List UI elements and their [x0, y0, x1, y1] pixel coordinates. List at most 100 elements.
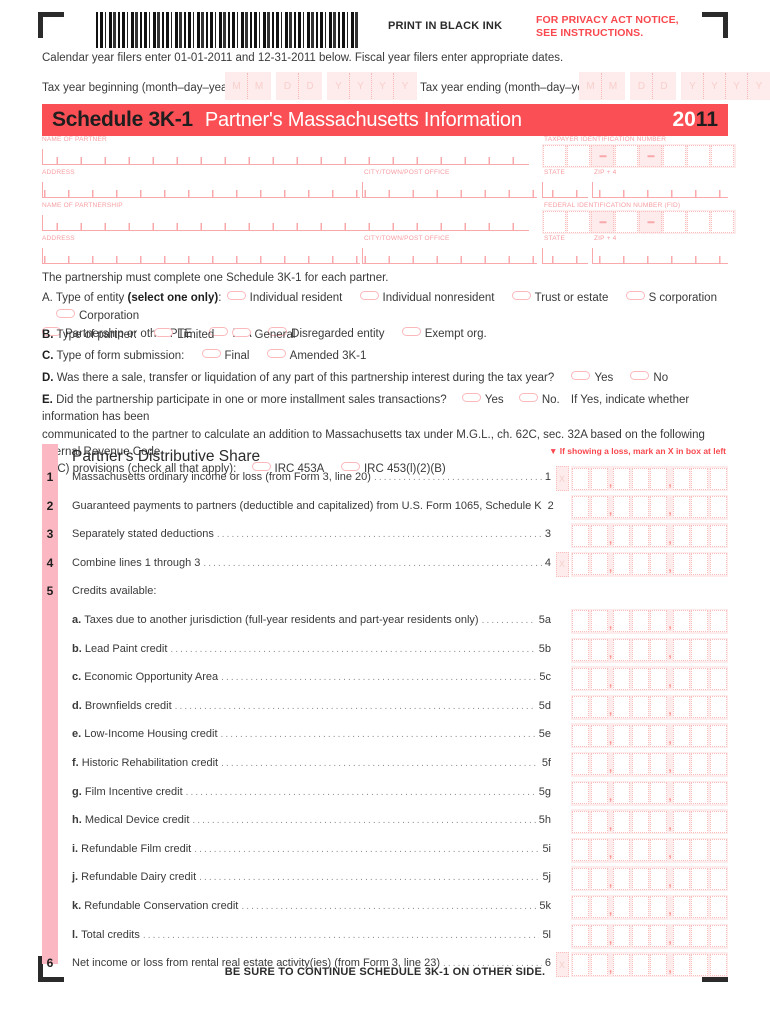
digit-cell[interactable] [590, 696, 608, 719]
federal-id-input[interactable] [542, 210, 736, 234]
digit-cell[interactable] [691, 753, 708, 776]
digit-cell[interactable] [650, 782, 667, 805]
digit-cell[interactable] [709, 839, 727, 862]
amount-entry[interactable] [556, 523, 728, 549]
digit-cell[interactable] [590, 610, 608, 633]
digit-cell[interactable] [613, 524, 630, 547]
amount-entry[interactable] [556, 837, 728, 863]
digit-cell[interactable] [613, 810, 630, 833]
digit-cell[interactable] [672, 696, 690, 719]
digit-cell[interactable] [709, 667, 727, 690]
amount-digit-grid[interactable] [570, 751, 728, 777]
digit-cell[interactable] [709, 925, 727, 947]
address2-input[interactable] [42, 248, 360, 264]
digit-cell[interactable] [650, 839, 667, 862]
digit-cell[interactable] [631, 610, 649, 633]
digit-cell[interactable] [631, 810, 649, 833]
digit-cell[interactable] [590, 925, 608, 947]
digit-cell[interactable] [650, 667, 667, 690]
digit-cell[interactable] [672, 867, 690, 890]
digit-cell[interactable] [631, 753, 649, 776]
digit-cell[interactable] [709, 639, 727, 662]
name-of-partnership-input[interactable] [42, 215, 529, 231]
digit-cell[interactable] [572, 896, 589, 919]
amount-digit-grid[interactable] [570, 894, 728, 920]
digit-cell[interactable] [709, 753, 727, 776]
digit-cell[interactable] [691, 925, 708, 947]
checkbox-e-yes[interactable] [461, 393, 481, 402]
digit-cell[interactable] [590, 839, 608, 862]
digit-cell[interactable] [650, 696, 667, 719]
digit-cell[interactable] [650, 524, 667, 547]
digit-cell[interactable] [613, 782, 630, 805]
digit-cell[interactable] [590, 496, 608, 519]
digit-cell[interactable] [650, 867, 667, 890]
checkbox-amended-3k-1[interactable] [266, 349, 286, 358]
digit-cell[interactable] [672, 667, 690, 690]
digit-cell[interactable] [650, 810, 667, 833]
digit-cell[interactable] [590, 524, 608, 547]
loss-x-checkbox[interactable]: X [555, 551, 569, 577]
digit-cell[interactable] [572, 753, 589, 776]
digit-cell[interactable] [631, 896, 649, 919]
amount-entry[interactable] [556, 494, 728, 520]
digit-cell[interactable] [672, 925, 690, 947]
checkbox-s-corporation[interactable] [625, 291, 645, 300]
tax-year-begin-input[interactable]: MM DD YYYY [225, 72, 417, 100]
digit-cell[interactable] [590, 753, 608, 776]
digit-cell[interactable] [650, 896, 667, 919]
checkbox-individual-resident[interactable] [226, 291, 246, 300]
amount-entry[interactable] [556, 723, 728, 749]
digit-cell[interactable] [572, 782, 589, 805]
digit-cell[interactable] [650, 753, 667, 776]
digit-cell[interactable] [631, 724, 649, 747]
taxpayer-id-input[interactable] [542, 144, 736, 168]
digit-cell[interactable] [631, 696, 649, 719]
tax-year-end-input[interactable]: MM DD YYYY [579, 72, 770, 100]
address-input[interactable] [42, 182, 360, 198]
digit-cell[interactable] [613, 753, 630, 776]
digit-cell[interactable] [709, 467, 727, 490]
digit-cell[interactable] [613, 696, 630, 719]
digit-cell[interactable] [672, 639, 690, 662]
digit-cell[interactable] [613, 925, 630, 947]
loss-x-checkbox[interactable]: X [555, 466, 569, 491]
amount-digit-grid[interactable] [570, 866, 728, 892]
digit-cell[interactable] [572, 667, 589, 690]
digit-cell[interactable] [590, 553, 608, 576]
digit-cell[interactable] [672, 524, 690, 547]
digit-cell[interactable] [709, 496, 727, 519]
amount-entry[interactable] [556, 608, 728, 634]
digit-cell[interactable] [650, 925, 667, 947]
state2-input[interactable] [542, 248, 588, 264]
digit-cell[interactable] [672, 496, 690, 519]
digit-cell[interactable] [709, 724, 727, 747]
checkbox-corporation[interactable] [56, 308, 75, 318]
digit-cell[interactable] [590, 896, 608, 919]
amount-entry[interactable] [556, 780, 728, 806]
digit-cell[interactable] [590, 667, 608, 690]
digit-cell[interactable] [631, 524, 649, 547]
amount-digit-grid[interactable] [570, 551, 728, 577]
digit-cell[interactable] [613, 867, 630, 890]
digit-cell[interactable] [631, 553, 649, 576]
digit-cell[interactable] [691, 810, 708, 833]
amount-digit-grid[interactable] [570, 494, 728, 520]
digit-cell[interactable] [613, 467, 630, 490]
digit-cell[interactable] [691, 610, 708, 633]
checkbox-individual-nonresident[interactable] [359, 291, 379, 300]
digit-cell[interactable] [672, 553, 690, 576]
digit-cell[interactable] [590, 467, 608, 490]
digit-cell[interactable] [590, 724, 608, 747]
checkbox-limited[interactable] [154, 328, 174, 337]
amount-entry[interactable] [556, 923, 728, 949]
amount-entry[interactable]: X [555, 466, 728, 491]
digit-cell[interactable] [572, 839, 589, 862]
digit-cell[interactable] [650, 467, 667, 490]
amount-entry[interactable] [556, 666, 728, 692]
digit-cell[interactable] [691, 553, 708, 576]
digit-cell[interactable] [572, 639, 589, 662]
digit-cell[interactable] [572, 496, 589, 519]
digit-cell[interactable] [672, 724, 690, 747]
checkbox-d-no[interactable] [630, 371, 650, 380]
